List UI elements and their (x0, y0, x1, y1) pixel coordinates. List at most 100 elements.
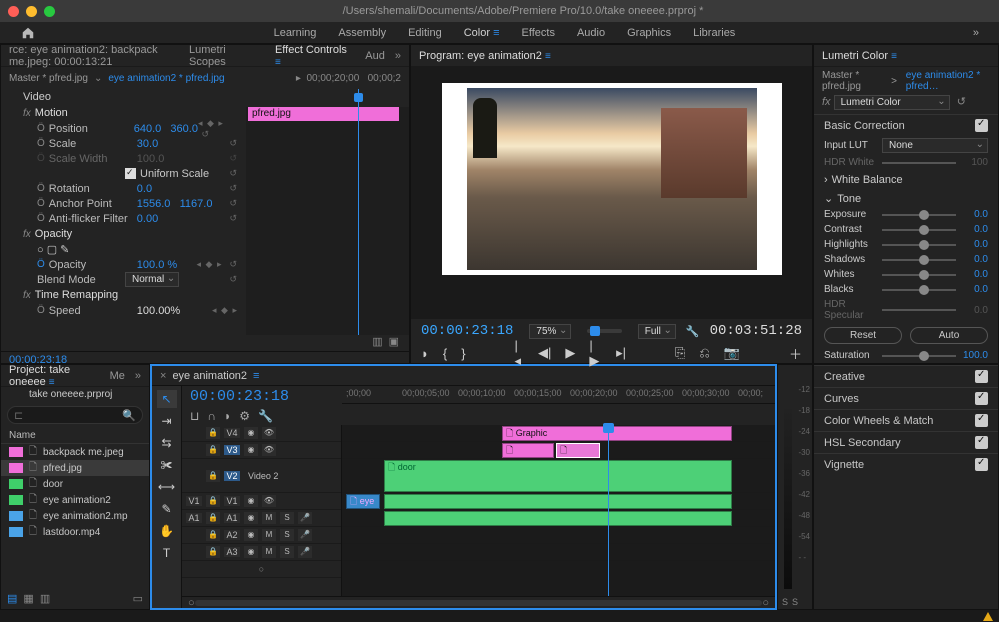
project-item[interactable]: 🗋eye animation2 (1, 492, 149, 508)
overflow-icon[interactable]: » (973, 27, 979, 39)
pen-tool[interactable]: ✎ (157, 500, 177, 518)
effect-controls-tab[interactable]: Effect Controls ≡ (275, 44, 355, 68)
ec-mini-clip[interactable]: pfred.jpg (248, 107, 399, 121)
extract-icon[interactable]: ⎌ (699, 345, 709, 361)
clip-graphic[interactable]: 🗋 Graphic (502, 426, 732, 441)
zoom-out-icon[interactable]: ▥ (372, 335, 382, 351)
snap-icon[interactable]: ⊔ (190, 409, 199, 423)
a1-target[interactable]: A1 (224, 513, 240, 523)
timeline-zoom-scrubber[interactable] (195, 600, 763, 606)
blend-mode[interactable]: Blend ModeNormal↺ (1, 272, 246, 287)
settings-tl-icon[interactable]: ⚙ (239, 409, 250, 423)
master-track[interactable]: ○ (182, 561, 341, 578)
name-column[interactable]: Name (1, 428, 149, 444)
v1-source[interactable]: V1 (186, 496, 202, 506)
track-lock[interactable]: 🔒 (206, 427, 220, 439)
video-section[interactable]: Video (1, 89, 246, 105)
anchor-prop[interactable]: ÖAnchor Point1556.0 1167.0↺ (1, 196, 246, 211)
project-item[interactable]: 🗋eye animation2.mp (1, 508, 149, 524)
exposure-slider[interactable] (882, 214, 956, 216)
a3-target[interactable]: A3 (224, 547, 240, 557)
project-item[interactable]: 🗋door (1, 476, 149, 492)
curves-section[interactable]: Curves (814, 387, 998, 409)
selection-tool[interactable]: ↖ (157, 390, 177, 408)
link-icon[interactable]: ∩ (207, 409, 216, 423)
panel-overflow-icon[interactable]: » (395, 50, 401, 62)
project-search[interactable]: ⊏🔍 (7, 406, 143, 424)
playhead[interactable] (608, 425, 609, 596)
zoom-dropdown[interactable]: 75% (529, 324, 571, 339)
audio-tab[interactable]: Aud (365, 50, 385, 62)
go-in-icon[interactable]: |◂ (515, 338, 524, 369)
list-view-icon[interactable]: ▤ (7, 592, 17, 605)
workspace-editing[interactable]: Editing (408, 27, 442, 39)
timeline-tracks[interactable]: 🗋 Graphic 🗋 backpack🗋 pfred.jpg 🗋 door 🗋… (342, 425, 775, 596)
source-tab[interactable]: rce: eye animation2: backpack me.jpeg: 0… (9, 44, 179, 68)
workspace-learning[interactable]: Learning (274, 27, 317, 39)
lumetri-tab[interactable]: Lumetri Color ≡ (822, 50, 897, 62)
solo-left[interactable]: S (782, 597, 788, 607)
audio-meters[interactable]: -12-18-24-30-36-42-48-54- - SS (777, 364, 813, 610)
wheels-section[interactable]: Color Wheels & Match (814, 409, 998, 431)
clip-door[interactable]: 🗋 door (384, 460, 732, 492)
a2-target[interactable]: A2 (224, 530, 240, 540)
hsl-section[interactable]: HSL Secondary (814, 431, 998, 453)
close-window[interactable] (8, 6, 19, 17)
razor-tool[interactable]: ✀ (157, 456, 177, 474)
flicker-prop[interactable]: ÖAnti-flicker Filter0.00↺ (1, 211, 246, 226)
sequence-name[interactable]: eye animation2 (172, 370, 247, 382)
new-bin-icon[interactable]: ▭ (133, 592, 143, 605)
highlights-slider[interactable] (882, 244, 956, 246)
zoom-in-icon[interactable]: ▣ (389, 335, 399, 351)
media-tab[interactable]: Me (110, 370, 125, 382)
mask-tools[interactable]: ○ ▢ ✎ (1, 242, 246, 257)
ec-playhead[interactable] (358, 89, 359, 335)
project-item[interactable]: 🗋lastdoor.mp4 (1, 524, 149, 540)
clip-a1[interactable] (384, 511, 732, 526)
ripple-tool[interactable]: ⇆ (157, 434, 177, 452)
workspace-libraries[interactable]: Libraries (693, 27, 735, 39)
lumetri-scopes-tab[interactable]: Lumetri Scopes (189, 44, 265, 68)
v4-toggle[interactable]: ◉ (244, 427, 258, 439)
effect-timeline[interactable]: pfred.jpg (246, 89, 409, 335)
lift-icon[interactable]: ⎘ (675, 345, 685, 361)
reset-button[interactable]: Reset (824, 327, 902, 344)
step-back-icon[interactable]: ◀| (538, 345, 551, 361)
icon-view-icon[interactable]: ▦ (23, 592, 33, 605)
program-viewport[interactable] (411, 67, 812, 319)
workspace-graphics[interactable]: Graphics (627, 27, 671, 39)
v1-target[interactable]: V1 (224, 496, 240, 506)
basic-toggle[interactable] (975, 119, 988, 132)
project-item[interactable]: 🗋pfred.jpg (1, 460, 149, 476)
white-balance-section[interactable]: › White Balance (814, 170, 998, 190)
home-icon[interactable] (20, 26, 36, 40)
project-item[interactable]: 🗋backpack me.jpeg (1, 444, 149, 460)
timeline-ruler[interactable]: ;00;0000;00;05;0000;00;10;0000;00;15;000… (342, 386, 775, 404)
blacks-slider[interactable] (882, 289, 956, 291)
timeline-timecode[interactable]: 00:00:23:18 (190, 388, 334, 405)
settings-icon[interactable]: 🔧 (686, 325, 700, 338)
program-tab[interactable]: Program: eye animation2 ≡ (419, 50, 551, 62)
workspace-effects[interactable]: Effects (522, 27, 555, 39)
clip-pfred[interactable]: 🗋 pfred.jpg (556, 443, 600, 458)
step-fwd-icon[interactable]: |▶ (589, 338, 602, 369)
vignette-section[interactable]: Vignette (814, 453, 998, 475)
slip-tool[interactable]: ⟷ (157, 478, 177, 496)
wrench-icon[interactable]: 🔧 (258, 409, 273, 423)
workspace-audio[interactable]: Audio (577, 27, 605, 39)
warning-icon[interactable] (983, 612, 993, 621)
v4-target[interactable]: V4 (224, 428, 240, 438)
auto-button[interactable]: Auto (910, 327, 988, 344)
clip-path[interactable]: eye animation2 * pfred.jpg (108, 73, 224, 84)
type-tool[interactable]: T (157, 544, 177, 562)
opacity-prop[interactable]: ÖOpacity100.0 %◂ ◆ ▸ ↺ (1, 257, 246, 272)
tl-zoom-in[interactable]: ○ (762, 597, 769, 609)
freeform-icon[interactable]: ▥ (40, 592, 50, 605)
minimize-window[interactable] (26, 6, 37, 17)
lut-dropdown[interactable]: None (882, 138, 988, 153)
clip-audio-v1[interactable] (384, 494, 732, 509)
rotation-prop[interactable]: ÖRotation0.0↺ (1, 181, 246, 196)
lumetri-clip[interactable]: eye animation2 * pfred… (906, 70, 990, 92)
marker-tl-icon[interactable]: ◗ (224, 409, 231, 423)
program-timecode[interactable]: 00:00:23:18 (421, 323, 513, 339)
